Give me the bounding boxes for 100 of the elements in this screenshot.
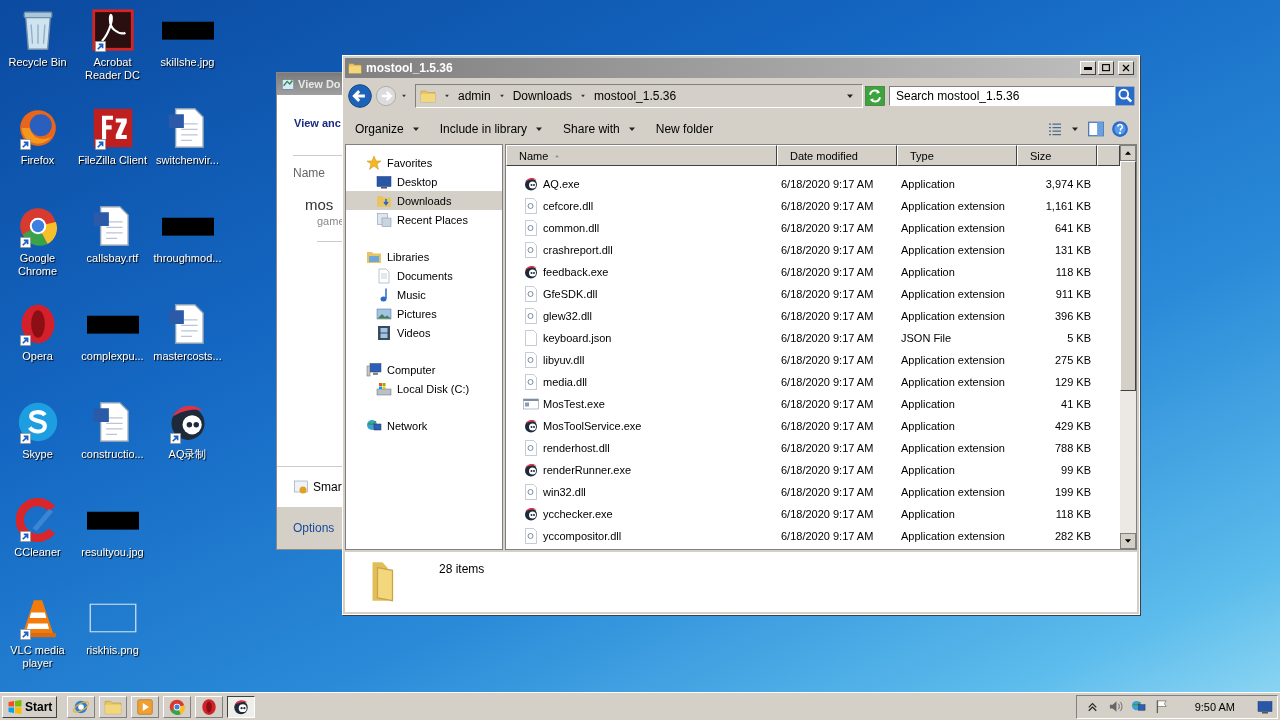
desktop-icon-label[interactable]: Skype	[0, 448, 75, 461]
table-cell-text: 5 KB	[1066, 332, 1092, 344]
table-cell-text: Application	[900, 266, 956, 278]
minimize-button[interactable]	[1080, 61, 1096, 75]
preview-pane-icon[interactable]	[1087, 120, 1105, 138]
file-name[interactable]: glew32.dll	[543, 310, 592, 322]
file-name[interactable]: cefcore.dll	[543, 200, 594, 212]
breadcrumb-item[interactable]: admin	[458, 89, 491, 103]
desktop-icon-label[interactable]: Acrobat Reader DC	[75, 56, 150, 82]
file-name[interactable]: AQ.exe	[543, 178, 580, 190]
file-name[interactable]: feedback.exe	[543, 266, 609, 278]
toolbar-button[interactable]: Organize	[349, 119, 428, 139]
nav-item[interactable]: Computer	[346, 360, 502, 379]
file-name[interactable]: MosToolService.exe	[543, 420, 642, 432]
scroll-up-button[interactable]	[1120, 145, 1136, 161]
views-icon[interactable]	[1047, 121, 1063, 137]
toolbar-button[interactable]: Include in library	[433, 119, 552, 139]
close-button[interactable]	[1118, 61, 1134, 75]
desktop-icon-label[interactable]: throughmod...	[150, 252, 225, 265]
file-name[interactable]: renderRunner.exe	[543, 464, 632, 476]
footer-item[interactable]: Smar	[313, 480, 342, 494]
search-icon[interactable]	[1115, 86, 1135, 106]
toolbar-button[interactable]: New folder	[649, 119, 720, 139]
file-icon	[523, 528, 539, 544]
column-header[interactable]: Date modified	[777, 145, 897, 166]
nav-item[interactable]: Videos	[346, 323, 502, 342]
start-button[interactable]: Start	[2, 695, 58, 718]
nav-item[interactable]: Pictures	[346, 304, 502, 323]
app-icon	[523, 462, 539, 478]
maximize-button[interactable]	[1098, 61, 1114, 75]
desktop-icon-label[interactable]: CCleaner	[0, 546, 75, 559]
refresh-button[interactable]	[865, 86, 885, 106]
desktop-icon-label[interactable]: Google Chrome	[0, 252, 75, 278]
file-name[interactable]: keyboard.json	[543, 332, 612, 344]
scrollbar[interactable]	[1120, 145, 1136, 549]
file-name[interactable]: libyuv.dll	[543, 354, 585, 366]
desktop-icon-label[interactable]: switchenvir...	[150, 154, 225, 167]
breadcrumb-item[interactable]: Downloads	[512, 89, 573, 103]
help-icon[interactable]	[1111, 120, 1129, 138]
nav-item[interactable]: Network	[346, 416, 502, 435]
file-name[interactable]: yccompositor.dll	[543, 530, 622, 542]
desktop-icon-label[interactable]: resultyou.jpg	[75, 546, 150, 559]
folder-icon	[348, 61, 362, 75]
file-name[interactable]: crashreport.dll	[543, 244, 613, 256]
file-name[interactable]: ycchecker.exe	[543, 508, 613, 520]
app-icon	[200, 697, 219, 716]
scroll-thumb[interactable]	[1120, 161, 1136, 391]
speaker-icon[interactable]	[1107, 699, 1123, 714]
search-field[interactable]: Search mostool_1.5.36	[889, 86, 1115, 106]
desktop-icon-label[interactable]: FileZilla Client	[75, 154, 150, 167]
app-icon[interactable]	[90, 8, 135, 52]
table-cell-text: 6/18/2020 9:17 AM	[780, 178, 875, 190]
nav-item[interactable]: Documents	[346, 266, 502, 285]
nav-item[interactable]: Recent Places	[346, 210, 502, 229]
nav-item[interactable]: Music	[346, 285, 502, 304]
table-cell-text: 6/18/2020 9:17 AM	[780, 464, 875, 476]
table-cell-text: 6/18/2020 9:17 AM	[780, 508, 875, 520]
desktop-icon-label[interactable]: Recycle Bin	[0, 56, 75, 69]
desktop-icon-label[interactable]: callsbay.rtf	[75, 252, 150, 265]
disk-icon	[376, 380, 392, 397]
back-button[interactable]	[347, 83, 373, 109]
desktop-icon-label[interactable]: AQ录制	[150, 448, 225, 461]
toolbar-button[interactable]: Share with	[557, 119, 644, 139]
desktop-icon-label[interactable]: VLC media player	[0, 644, 75, 670]
computer-icon	[366, 361, 382, 378]
desktop-icon-label[interactable]: Opera	[0, 350, 75, 363]
file-name[interactable]: GfeSDK.dll	[543, 288, 598, 300]
breadcrumb-item[interactable]: mostool_1.5.36	[594, 89, 677, 103]
file-name[interactable]: win32.dll	[543, 486, 586, 498]
table-cell-text: 6/18/2020 9:17 AM	[780, 200, 875, 212]
table-cell-text: Application extension	[900, 244, 1006, 256]
nav-item[interactable]: Libraries	[346, 247, 502, 266]
column-header[interactable]: Size	[1017, 145, 1097, 166]
app-icon	[523, 264, 539, 280]
desktop-icon-label[interactable]: mastercosts...	[150, 350, 225, 363]
desktop-icon-label[interactable]: complexpu...	[75, 350, 150, 363]
address-bar[interactable]: admin Downloads mostool_1.5.36	[415, 84, 863, 108]
desktop-icon-label[interactable]: constructio...	[75, 448, 150, 461]
desktop-icon-label[interactable]: riskhis.png	[75, 644, 150, 657]
scroll-down-button[interactable]	[1120, 533, 1136, 549]
table-cell-text: 6/18/2020 9:17 AM	[780, 420, 875, 432]
nav-item[interactable]: Downloads	[346, 191, 502, 210]
desktop-icon-label[interactable]: Firefox	[0, 154, 75, 167]
file-name[interactable]: MosTest.exe	[543, 398, 605, 410]
table-cell-text: 641 KB	[1053, 222, 1092, 234]
nav-item[interactable]: Desktop	[346, 172, 502, 191]
file-name[interactable]: common.dll	[543, 222, 600, 234]
column-header[interactable]: Name	[506, 145, 777, 166]
nav-item[interactable]: Local Disk (C:)	[346, 379, 502, 398]
shield-icon	[293, 479, 309, 495]
desktop-icon-label[interactable]: skillshe.jpg	[150, 56, 225, 69]
nav-item[interactable]: Favorites	[346, 153, 502, 172]
show-desktop-button[interactable]	[1257, 698, 1273, 715]
network-icon[interactable]	[1130, 699, 1146, 714]
taskbar-button[interactable]	[227, 695, 256, 718]
clock[interactable]: 9:50 AM	[1194, 700, 1235, 713]
column-header[interactable]: Type	[897, 145, 1017, 166]
item-name: mos	[305, 196, 335, 213]
file-name[interactable]: media.dll	[543, 376, 588, 388]
file-name[interactable]: renderhost.dll	[543, 442, 610, 454]
